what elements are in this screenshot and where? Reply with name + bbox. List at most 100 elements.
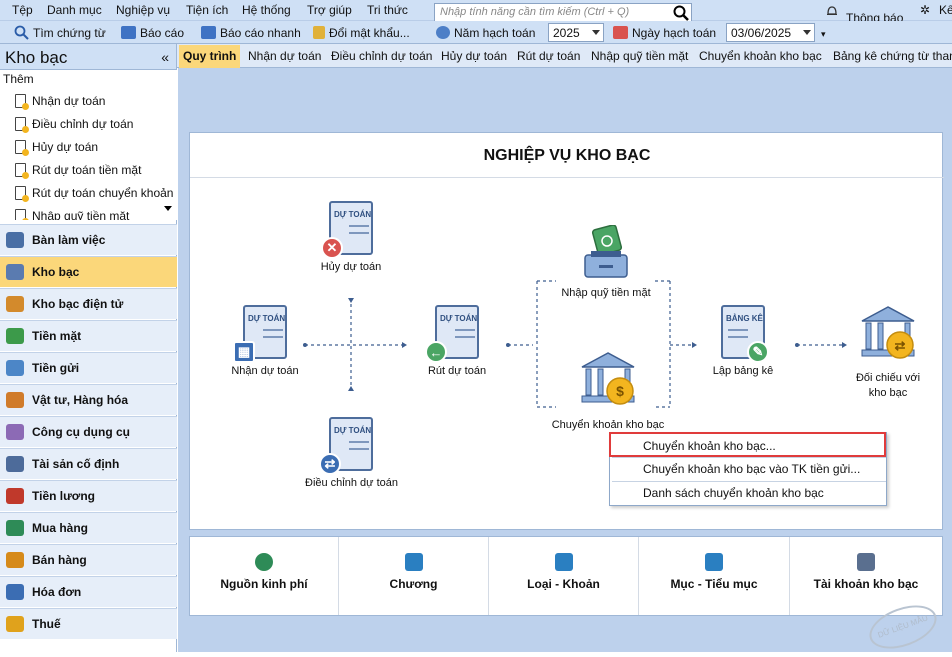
module-deposit[interactable]: Tiền gửi	[0, 352, 177, 383]
change-password-button[interactable]: Đổi mật khẩu...	[313, 24, 410, 41]
feature-search[interactable]: Nhập tính năng cần tìm kiếm (Ctrl + Q)	[434, 3, 692, 22]
doc-header: BẢNG KÊ	[726, 314, 763, 323]
document-icon	[15, 186, 29, 202]
sidebar-item-label: Nhận dự toán	[32, 94, 106, 108]
document-icon	[15, 94, 29, 110]
catalog-treasury-account[interactable]: Tài khoản kho bạc	[790, 537, 942, 615]
node-create-list[interactable]: BẢNG KÊ ✎ Lập bảng kê	[708, 305, 778, 377]
cancel-icon: ✕	[321, 237, 343, 259]
document-icon: DỰ TOÁN ✕	[321, 201, 373, 259]
posting-date-picker[interactable]: 03/06/2025	[726, 23, 815, 42]
menu-operations[interactable]: Nghiệp vụ	[116, 3, 170, 17]
catalog-chapter[interactable]: Chương	[339, 537, 489, 615]
sidebar-item-withdraw-transfer[interactable]: Rút dự toán chuyển khoản	[15, 186, 173, 202]
quick-report-icon	[201, 26, 216, 39]
module-label: Tiền mặt	[32, 329, 82, 343]
cash-icon	[6, 328, 24, 344]
edit-icon: ✎	[747, 341, 769, 363]
module-salary[interactable]: Tiền lương	[0, 480, 177, 511]
calculator-icon: ▦	[233, 341, 255, 363]
fiscal-year-select[interactable]: 2025	[548, 23, 604, 42]
sidebar-item-label: Nhập quỹ tiền mặt	[32, 209, 130, 220]
sidebar-item-adjust-budget[interactable]: Điều chỉnh dự toán	[15, 117, 133, 133]
menu-catalog[interactable]: Danh mục	[47, 3, 102, 17]
chevron-down-icon	[592, 30, 600, 35]
node-label: Lập bảng kê	[712, 365, 774, 377]
tab-voucher-list[interactable]: Bảng kê chứng từ thanh	[833, 49, 952, 63]
node-adjust-budget[interactable]: DỰ TOÁN ⇄ Điều chỉnh dự toán	[305, 417, 398, 489]
module-cash[interactable]: Tiền mặt	[0, 320, 177, 351]
document-icon: DỰ TOÁN ⇄	[319, 417, 373, 475]
module-label: Kho bạc điện tử	[32, 297, 124, 311]
module-desktop[interactable]: Bàn làm việc	[0, 224, 177, 255]
fiscal-year-label: Năm hạch toán	[454, 25, 536, 40]
node-treasury-transfer[interactable]: $ Chuyển khoản kho bạc	[548, 349, 668, 431]
module-label: Vật tư, Hàng hóa	[32, 393, 129, 407]
find-voucher-button[interactable]: Tìm chứng từ	[14, 24, 106, 41]
quick-report-button[interactable]: Báo cáo nhanh	[201, 24, 301, 41]
document-icon	[15, 117, 29, 133]
menu-utilities[interactable]: Tiện ích	[186, 3, 228, 17]
node-withdraw-budget[interactable]: DỰ TOÁN ← Rút dự toán	[422, 305, 492, 377]
module-label: Tài sản cố định	[32, 457, 120, 471]
node-reconcile[interactable]: ⇄ Đối chiếu với kho bạc	[850, 303, 926, 401]
menu-knowledge[interactable]: Tri thức	[367, 3, 408, 17]
menu-help[interactable]: Trợ giúp	[307, 3, 352, 17]
calendar-icon	[613, 26, 628, 39]
toolbar-overflow-icon[interactable]: ▾	[821, 29, 826, 40]
tab-cancel-budget[interactable]: Hủy dự toán	[441, 49, 507, 63]
chevron-down-icon	[803, 30, 811, 35]
lock-icon	[313, 26, 325, 39]
tab-deposit-cash[interactable]: Nhập quỹ tiền mặt	[591, 49, 688, 63]
module-e-treasury[interactable]: Kho bạc điện tử	[0, 288, 177, 319]
divider	[612, 457, 886, 458]
sidebar-item-deposit-cash[interactable]: Nhập quỹ tiền mặt	[15, 209, 129, 220]
node-receive-budget[interactable]: DỰ TOÁN ▦ Nhận dự toán	[230, 305, 300, 377]
arrow-left-icon: ←	[425, 341, 447, 363]
sidebar-item-cancel-budget[interactable]: Hủy dự toán	[15, 140, 98, 156]
swap-icon: ⇄	[319, 453, 341, 475]
node-deposit-cash[interactable]: Nhập quỹ tiền mặt	[556, 225, 656, 299]
search-icon[interactable]	[673, 5, 689, 21]
tab-treasury-transfer[interactable]: Chuyển khoản kho bạc	[699, 49, 822, 63]
deposit-icon	[6, 360, 24, 376]
module-treasury[interactable]: Kho bạc	[0, 256, 177, 287]
module-invoice[interactable]: Hóa đơn	[0, 576, 177, 607]
module-fixed-assets[interactable]: Tài sản cố định	[0, 448, 177, 479]
menu-item-transfer-to-deposit[interactable]: Chuyển khoản kho bạc vào TK tiền gửi...	[643, 462, 860, 476]
scroll-down-icon[interactable]	[164, 206, 172, 211]
tab-bar: Quy trình Nhận dự toán Điều chỉnh dự toá…	[177, 44, 952, 68]
highlight-box	[609, 432, 886, 457]
sidebar-item-withdraw-cash[interactable]: Rút dự toán tiền mặt	[15, 163, 141, 179]
catalog-bar: Nguồn kinh phí Chương Loại - Khoản Mục -…	[189, 536, 943, 616]
module-purchase[interactable]: Mua hàng	[0, 512, 177, 543]
tab-process[interactable]: Quy trình	[179, 45, 241, 68]
document-icon	[15, 209, 29, 220]
extra-label: Kế	[939, 3, 952, 17]
module-tax[interactable]: Thuế	[0, 608, 177, 639]
gear-icon[interactable]: ✲	[920, 3, 930, 17]
collapse-icon[interactable]: «	[161, 49, 169, 65]
module-tools[interactable]: Công cụ dụng cụ	[0, 416, 177, 447]
node-label: Nhập quỹ tiền mặt	[561, 287, 651, 299]
tab-withdraw[interactable]: Rút dự toán	[517, 49, 580, 63]
catalog-funding-source[interactable]: Nguồn kinh phí	[190, 537, 339, 615]
menu-system[interactable]: Hệ thống	[242, 3, 291, 17]
search-input[interactable]: Nhập tính năng cần tìm kiếm (Ctrl + Q)	[440, 6, 629, 18]
tab-receive-budget[interactable]: Nhận dự toán	[248, 49, 321, 63]
node-label: Nhận dự toán	[231, 365, 299, 377]
node-cancel-budget[interactable]: DỰ TOÁN ✕ Hủy dự toán	[320, 201, 382, 273]
menu-item-transfer-list[interactable]: Danh sách chuyển khoản kho bạc	[643, 486, 824, 500]
catalog-type-item[interactable]: Loại - Khoản	[489, 537, 639, 615]
catalog-section[interactable]: Mục - Tiểu mục	[639, 537, 790, 615]
tab-adjust-budget[interactable]: Điều chỉnh dự toán	[331, 49, 432, 63]
menu-file[interactable]: Tệp	[12, 3, 33, 17]
svg-text:$: $	[616, 383, 624, 399]
cart-icon	[6, 520, 24, 536]
module-sales[interactable]: Bán hàng	[0, 544, 177, 575]
report-button[interactable]: Báo cáo	[121, 24, 184, 41]
sidebar-item-receive-budget[interactable]: Nhận dự toán	[15, 94, 106, 110]
module-inventory[interactable]: Vật tư, Hàng hóa	[0, 384, 177, 415]
sidebar: Kho bạc « Thêm Nhận dự toán Điều chỉnh d…	[0, 44, 177, 652]
catalog-label: Mục - Tiểu mục	[670, 577, 758, 591]
